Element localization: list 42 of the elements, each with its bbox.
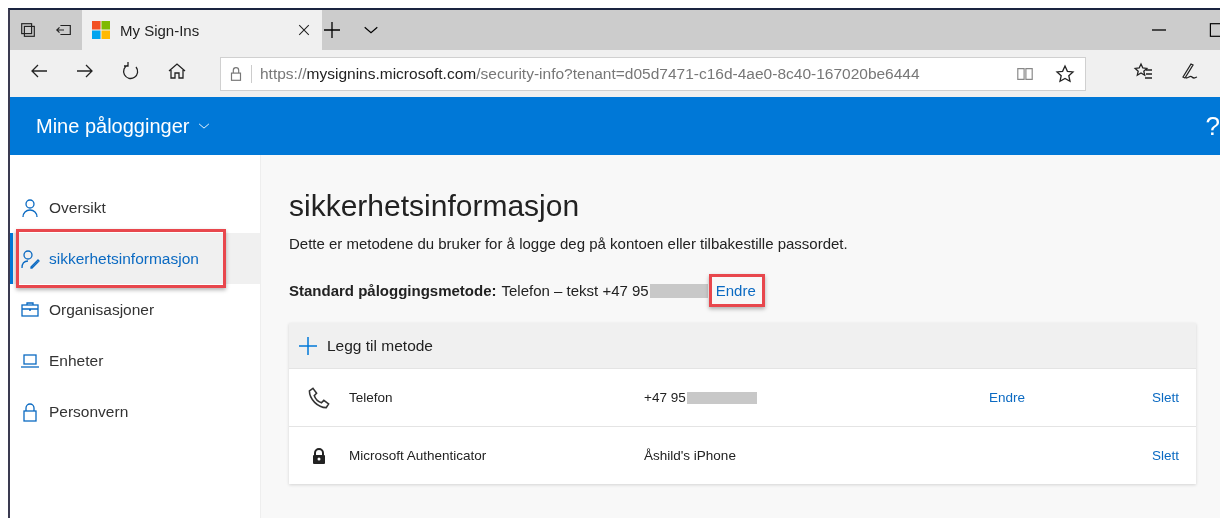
- refresh-icon: [121, 60, 141, 81]
- person-icon: [20, 197, 40, 218]
- change-link[interactable]: Endre: [989, 390, 1026, 405]
- method-name: Telefon: [349, 390, 394, 405]
- windows-logo-icon: [92, 21, 110, 39]
- nav-label: Personvern: [49, 402, 129, 421]
- app-title[interactable]: Mine pålogginger: [36, 114, 212, 138]
- tabs-icon: [19, 21, 37, 39]
- delete-link[interactable]: Slett: [1152, 390, 1179, 405]
- address-bar[interactable]: https://mysignins.microsoft.com/security-info?tenant=d05d7471-c16d-4ae0-8c40-167020be6444: [220, 56, 1086, 91]
- nav-label: Oversikt: [49, 198, 106, 217]
- method-value: +47 95: [644, 390, 686, 405]
- browser-tab[interactable]: My Sign-Ins: [82, 10, 322, 50]
- nav-item[interactable]: Enheter: [10, 335, 260, 386]
- delete-link[interactable]: Slett: [1152, 448, 1179, 463]
- nav-label: Organisasjoner: [49, 300, 155, 319]
- change-link[interactable]: Endre: [715, 282, 756, 299]
- close-icon: [296, 22, 312, 38]
- maximize-icon: [1208, 21, 1220, 39]
- page-title: sikkerhetsinformasjon: [289, 189, 581, 223]
- method-value: Åshild's iPhone: [644, 448, 736, 463]
- briefcase-icon: [20, 299, 40, 320]
- nav-item[interactable]: Oversikt: [10, 182, 260, 233]
- method-name: Microsoft Authenticator: [349, 448, 488, 463]
- description-text: Dette er metodene du bruker for å logge deg på kontoen eller tilbakestille passordet.: [289, 235, 849, 252]
- help-button[interactable]: ?: [1205, 110, 1220, 142]
- nav-label: sikkerhetsinformasjon: [49, 249, 199, 268]
- add-method-button[interactable]: Legg til metode: [289, 323, 1196, 368]
- phone-icon: [307, 385, 331, 410]
- nav-item[interactable]: Personvern: [10, 386, 260, 437]
- minimize-icon: [1152, 29, 1166, 31]
- lock-icon: [20, 401, 40, 422]
- plus-icon: [299, 336, 317, 355]
- default-method-value: Telefon – tekst +47 95: [501, 282, 649, 299]
- person-pen-icon: [20, 248, 40, 269]
- new-tab-icon: [322, 20, 342, 40]
- nav-item[interactable]: Organisasjoner: [10, 284, 260, 335]
- padlock-icon: [312, 447, 326, 464]
- nav-item[interactable]: sikkerhetsinformasjon: [10, 233, 260, 284]
- default-method-label: Standard påloggingsmetode:: [289, 282, 497, 299]
- nav-label: Enheter: [49, 351, 104, 370]
- star-icon: [1055, 63, 1075, 84]
